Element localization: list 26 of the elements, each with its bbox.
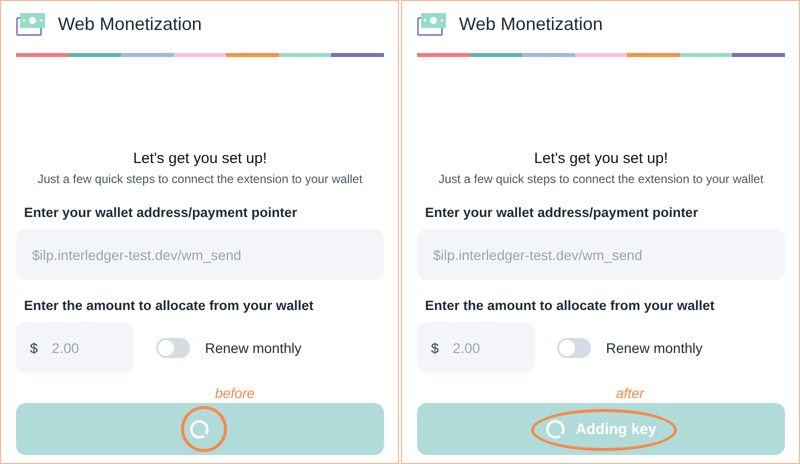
submit-button[interactable] (16, 403, 384, 455)
toggle-label: Renew monthly (606, 340, 702, 356)
setup-subheading: Just a few quick steps to connect the extension to your wallet (438, 172, 764, 186)
app-title: Web Monetization (58, 14, 202, 34)
spinner-icon (190, 419, 210, 439)
renew-toggle[interactable] (156, 338, 190, 358)
annotation-text: after (616, 385, 644, 401)
setup-heading: Let's get you set up! (533, 150, 669, 167)
app-title: Web Monetization (459, 14, 603, 34)
renew-toggle[interactable] (557, 338, 591, 358)
field-label: Enter the amount to allocate from your wallet (424, 298, 716, 313)
setup-heading: Let's get you set up! (132, 150, 268, 167)
annotation-circle (181, 406, 227, 452)
amount-field[interactable]: $ 2.00 (417, 322, 535, 373)
field-label: Enter your wallet address/payment pointer (424, 205, 700, 220)
annotation-text: before (215, 385, 255, 401)
spinner-icon (546, 419, 566, 439)
setup-subheading: Just a few quick steps to connect the extension to your wallet (36, 172, 364, 186)
field-label: Enter the amount to allocate from your wallet (23, 298, 315, 313)
toggle-label: Renew monthly (205, 340, 302, 356)
wallet-address-field[interactable]: $ilp.interledger-test.dev/wm_send (417, 229, 785, 280)
money-logo-icon (417, 12, 447, 36)
field-label: Enter your wallet address/payment pointer (23, 205, 298, 220)
amount-field[interactable]: $ 2.00 (16, 322, 134, 373)
money-logo-icon (16, 12, 46, 36)
wallet-address-field[interactable]: $ilp.interledger-test.dev/wm_send (16, 229, 384, 280)
